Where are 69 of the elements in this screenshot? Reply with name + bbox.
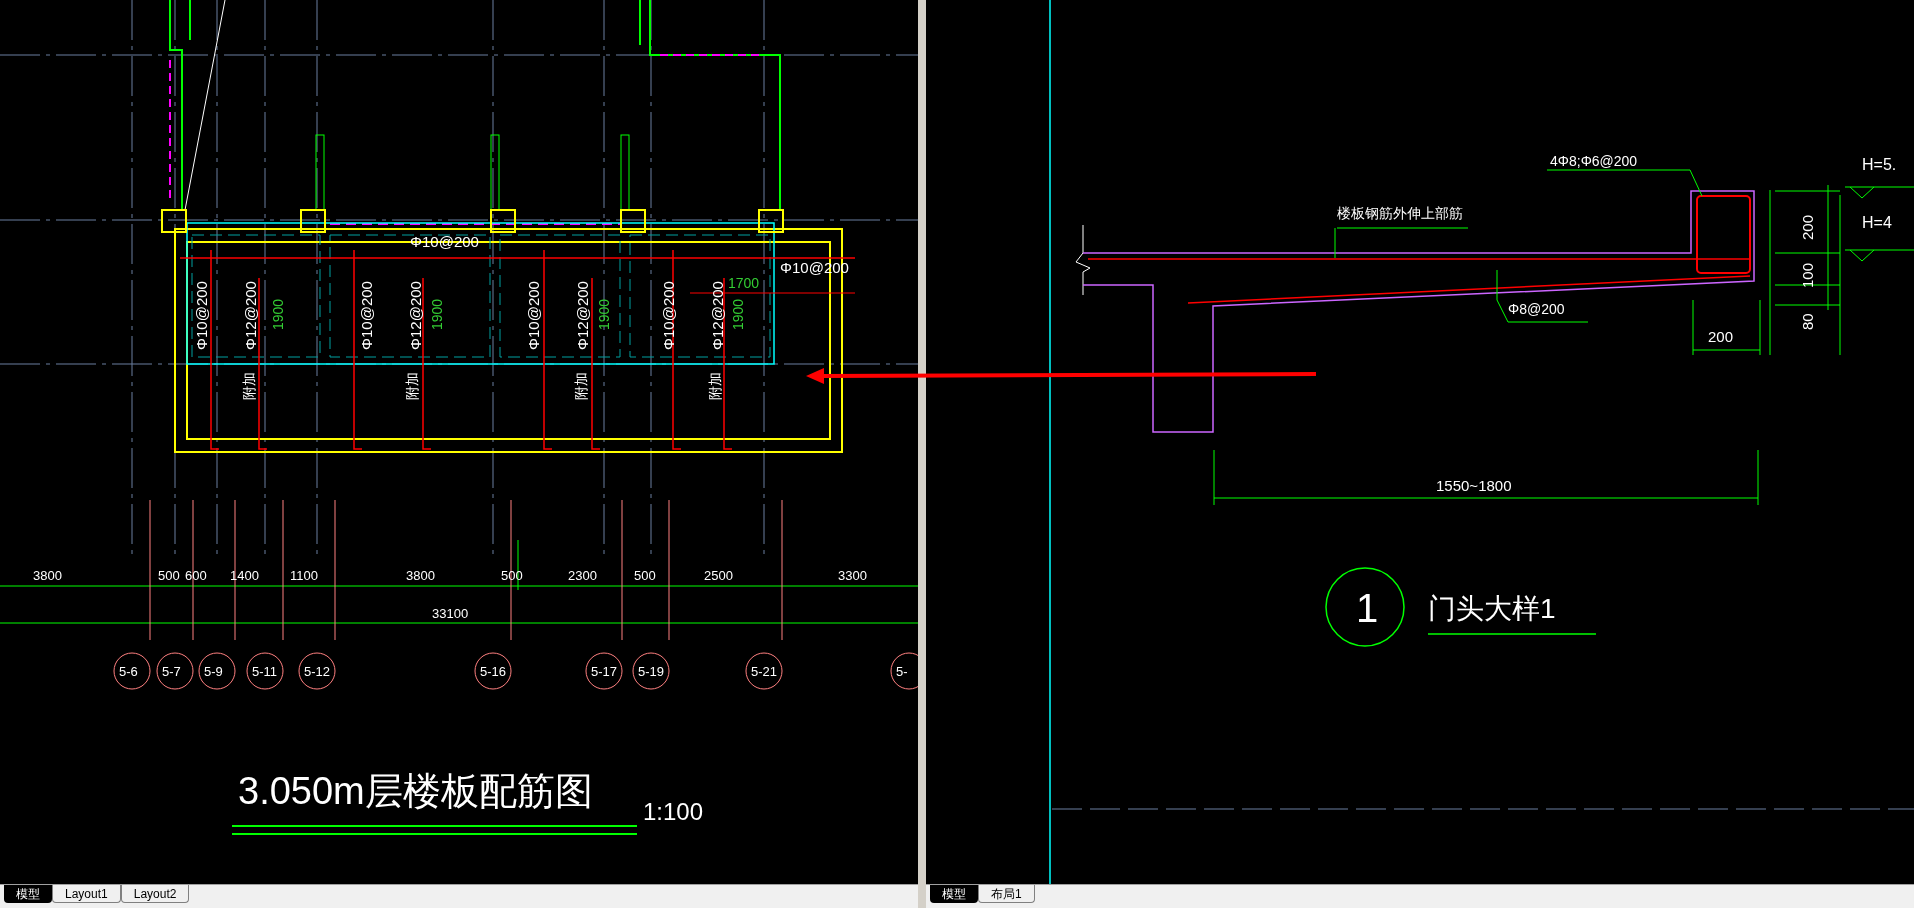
axis-bubble	[632, 652, 670, 690]
axis-bubble	[585, 652, 623, 690]
rebar-length: 1900	[596, 298, 612, 330]
axis-bubble	[298, 652, 336, 690]
rebar-note: 附加	[707, 372, 723, 400]
dimension-text: 600	[185, 568, 207, 583]
rebar-note: 附加	[241, 372, 257, 400]
rebar-length: 1900	[270, 298, 286, 330]
rebar-label: Φ10@200	[193, 281, 210, 350]
axis-label: 5-11	[252, 664, 278, 679]
axis-label: 5-21	[751, 664, 778, 679]
axis-bubble	[474, 652, 512, 690]
axis-bubble	[156, 652, 194, 690]
dimension-text: 500	[501, 568, 523, 583]
dimension-text: 33100	[432, 606, 469, 621]
axis-bubble	[198, 652, 236, 690]
rebar-label: Φ10@200	[358, 281, 375, 350]
leader-label: Φ8@200	[1508, 301, 1565, 317]
dimension-text: 200	[1799, 214, 1816, 240]
dimension-text: 1550~1800	[1436, 477, 1512, 494]
drawing-title: 3.050m层楼板配筋图	[238, 770, 593, 812]
rebar-length: 1900	[429, 298, 445, 330]
axis-bubble	[246, 652, 284, 690]
axis-label: 5-16	[480, 664, 507, 679]
rebar-length: 1900	[730, 298, 746, 330]
rebar-label: Φ10@200	[525, 281, 542, 350]
dimension-text: 500	[634, 568, 656, 583]
axis-label: 5-7	[162, 664, 181, 679]
layout-tab[interactable]: Layout1	[52, 885, 121, 903]
dimension-text: 200	[1708, 328, 1734, 345]
axis-bubble	[113, 652, 151, 690]
axis-label: 5-	[896, 664, 908, 679]
axis-label: 5-17	[591, 664, 618, 679]
axis-bubble	[745, 652, 783, 690]
rebar-label: Φ12@200	[574, 281, 591, 350]
rebar-label: Φ12@200	[709, 281, 726, 350]
dimension-text: 2300	[568, 568, 597, 583]
level-marker: H=5.	[1862, 156, 1897, 173]
axis-label: 5-12	[304, 664, 331, 679]
viewport-splitter[interactable]	[918, 0, 926, 908]
dimension-text: 2500	[704, 568, 733, 583]
dimension-text: 3800	[33, 568, 62, 583]
rebar-note: 附加	[573, 372, 589, 400]
dimension-text: 80	[1799, 313, 1816, 330]
dimension-text: 500	[158, 568, 180, 583]
rebar-note: 附加	[404, 372, 420, 400]
layout-tab[interactable]: 布局1	[978, 885, 1035, 903]
level-marker: H=4	[1862, 214, 1892, 231]
dimension-text: 100	[1799, 262, 1816, 288]
rebar-label: Φ12@200	[242, 281, 259, 350]
layout-tab[interactable]: 模型	[930, 885, 978, 903]
rebar-length: 1700	[728, 275, 760, 291]
dimension-text: 3800	[406, 568, 435, 583]
rebar-label: Φ12@200	[407, 281, 424, 350]
drawing-scale: 1:100	[643, 798, 704, 825]
axis-label: 5-19	[638, 664, 665, 679]
layout-tab[interactable]: Layout2	[120, 885, 190, 903]
leader-label: 楼板钢筋外伸上部筋	[1337, 205, 1463, 221]
detail-title: 门头大样1	[1428, 593, 1556, 624]
dimension-text: 3300	[838, 568, 867, 583]
leader-label: 4Φ8;Φ6@200	[1550, 153, 1638, 169]
dimension-text: 1400	[230, 568, 259, 583]
layout-tab[interactable]: 模型	[4, 885, 52, 903]
rebar-label: Φ10@200	[660, 281, 677, 350]
axis-bubble	[890, 652, 918, 690]
detail-number: 1	[1356, 586, 1379, 630]
axis-label: 5-9	[204, 664, 223, 679]
dimension-text: 1100	[290, 568, 318, 583]
axis-label: 5-6	[119, 664, 138, 679]
